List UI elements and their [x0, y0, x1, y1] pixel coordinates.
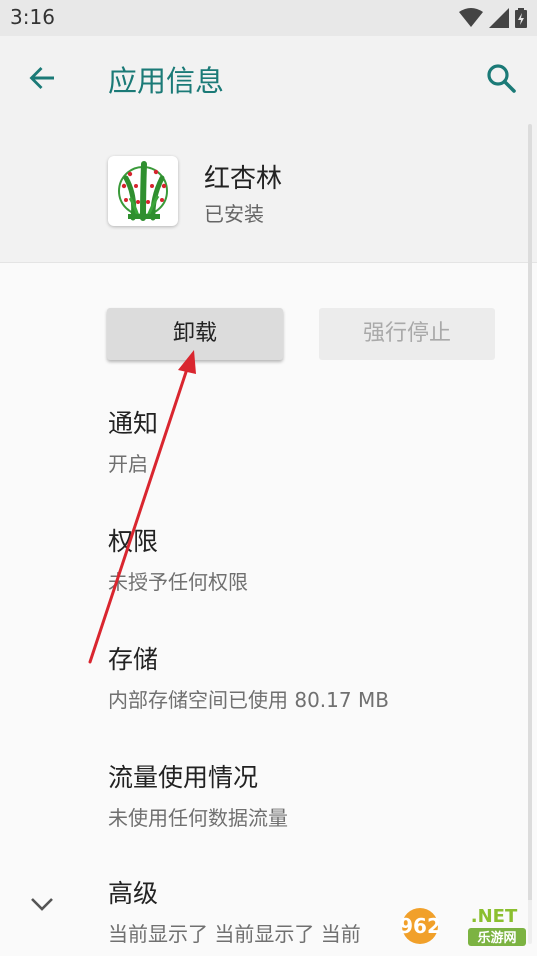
status-icons [459, 8, 527, 28]
chevron-down-icon[interactable] [28, 892, 56, 916]
settings-item-title: 权限 [108, 527, 159, 556]
app-name: 红杏林 [204, 164, 283, 194]
settings-item-title: 流量使用情况 [108, 763, 259, 792]
app-header: 红杏林 已安装 [0, 120, 537, 263]
status-time: 3:16 [10, 5, 55, 29]
page-title: 应用信息 [108, 64, 225, 98]
settings-item-data-usage[interactable]: 流量使用情况 未使用任何数据流量 [108, 758, 288, 831]
scrollbar[interactable] [528, 124, 532, 944]
search-icon[interactable] [485, 62, 517, 94]
watermark-suffix: .NET [471, 906, 518, 927]
settings-item-subtitle: 开启 [108, 452, 148, 476]
app-icon [108, 156, 178, 226]
install-status: 已安装 [204, 202, 264, 226]
settings-item-subtitle: 当前显示了 当前显示了 当前 [108, 922, 361, 946]
settings-item-advanced[interactable]: 高级 当前显示了 当前显示了 当前 [108, 874, 361, 947]
force-stop-button[interactable]: 强行停止 [319, 308, 495, 360]
app-bar: 应用信息 [0, 36, 537, 120]
wifi-icon [459, 8, 483, 27]
settings-item-notifications[interactable]: 通知 开启 [108, 404, 158, 477]
settings-item-storage[interactable]: 存储 内部存储空间已使用 80.17 MB [108, 640, 389, 713]
settings-item-subtitle: 未授予任何权限 [108, 570, 248, 594]
uninstall-button[interactable]: 卸载 [107, 308, 283, 360]
status-bar: 3:16 [0, 0, 537, 36]
signal-icon [489, 8, 509, 28]
settings-item-title: 存储 [108, 645, 159, 674]
settings-item-subtitle: 未使用任何数据流量 [108, 806, 288, 830]
watermark-logo: 962 .NET 乐游网 [396, 900, 532, 950]
app-logo-image [118, 161, 168, 221]
settings-item-subtitle: 内部存储空间已使用 80.17 MB [108, 688, 389, 712]
settings-item-title: 通知 [108, 409, 159, 438]
battery-icon [515, 8, 527, 28]
watermark-number: 962 [399, 914, 441, 938]
settings-item-title: 高级 [108, 879, 159, 908]
settings-item-permissions[interactable]: 权限 未授予任何权限 [108, 522, 248, 595]
arrow-back-icon[interactable] [26, 62, 58, 94]
watermark-site: 乐游网 [477, 930, 516, 946]
